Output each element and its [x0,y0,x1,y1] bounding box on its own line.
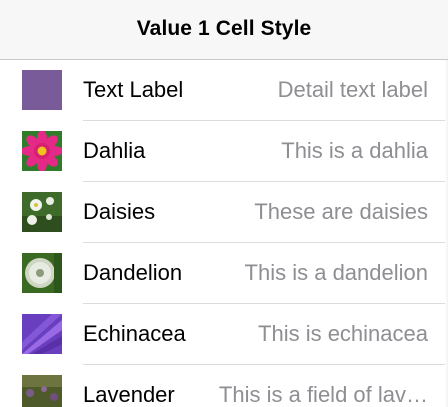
table-row[interactable]: Daisies These are daisies [0,182,448,243]
cell-detail-label: This is echinacea [258,321,428,346]
navigation-bar: Value 1 Cell Style [0,0,448,60]
cell-detail-label: This is a dandelion [244,260,428,285]
table-row[interactable]: Dandelion This is a dandelion [0,243,448,304]
cell-detail-label: This is a field of lav… [218,382,428,407]
cell-text-label: Text Label [83,77,184,102]
lavender-photo [22,375,62,407]
cell-text-label: Lavender [83,382,175,407]
daisies-photo [22,192,62,232]
cell-text-label: Dahlia [83,138,146,163]
table-view[interactable]: Text Label Detail text label Dahlia This… [0,60,448,407]
dahlia-photo [22,131,62,171]
table-row[interactable]: Lavender This is a field of lav… [0,365,448,407]
table-row[interactable]: Echinacea This is echinacea [0,304,448,365]
cell-detail-label: This is a dahlia [281,138,428,163]
table-row[interactable]: Dahlia This is a dahlia [0,121,448,182]
cell-detail-label: These are daisies [254,199,428,224]
screen: Value 1 Cell Style Text Label Detail tex… [0,0,448,407]
cell-text-label: Daisies [83,199,156,224]
dandelion-photo [22,253,62,293]
cell-detail-label: Detail text label [277,77,428,102]
table-row[interactable]: Text Label Detail text label [0,60,448,121]
echinacea-photo [22,314,62,354]
page-title: Value 1 Cell Style [136,17,312,40]
cell-text-label: Dandelion [83,260,183,285]
purple-swatch-icon [22,70,62,110]
cell-text-label: Echinacea [83,321,186,346]
